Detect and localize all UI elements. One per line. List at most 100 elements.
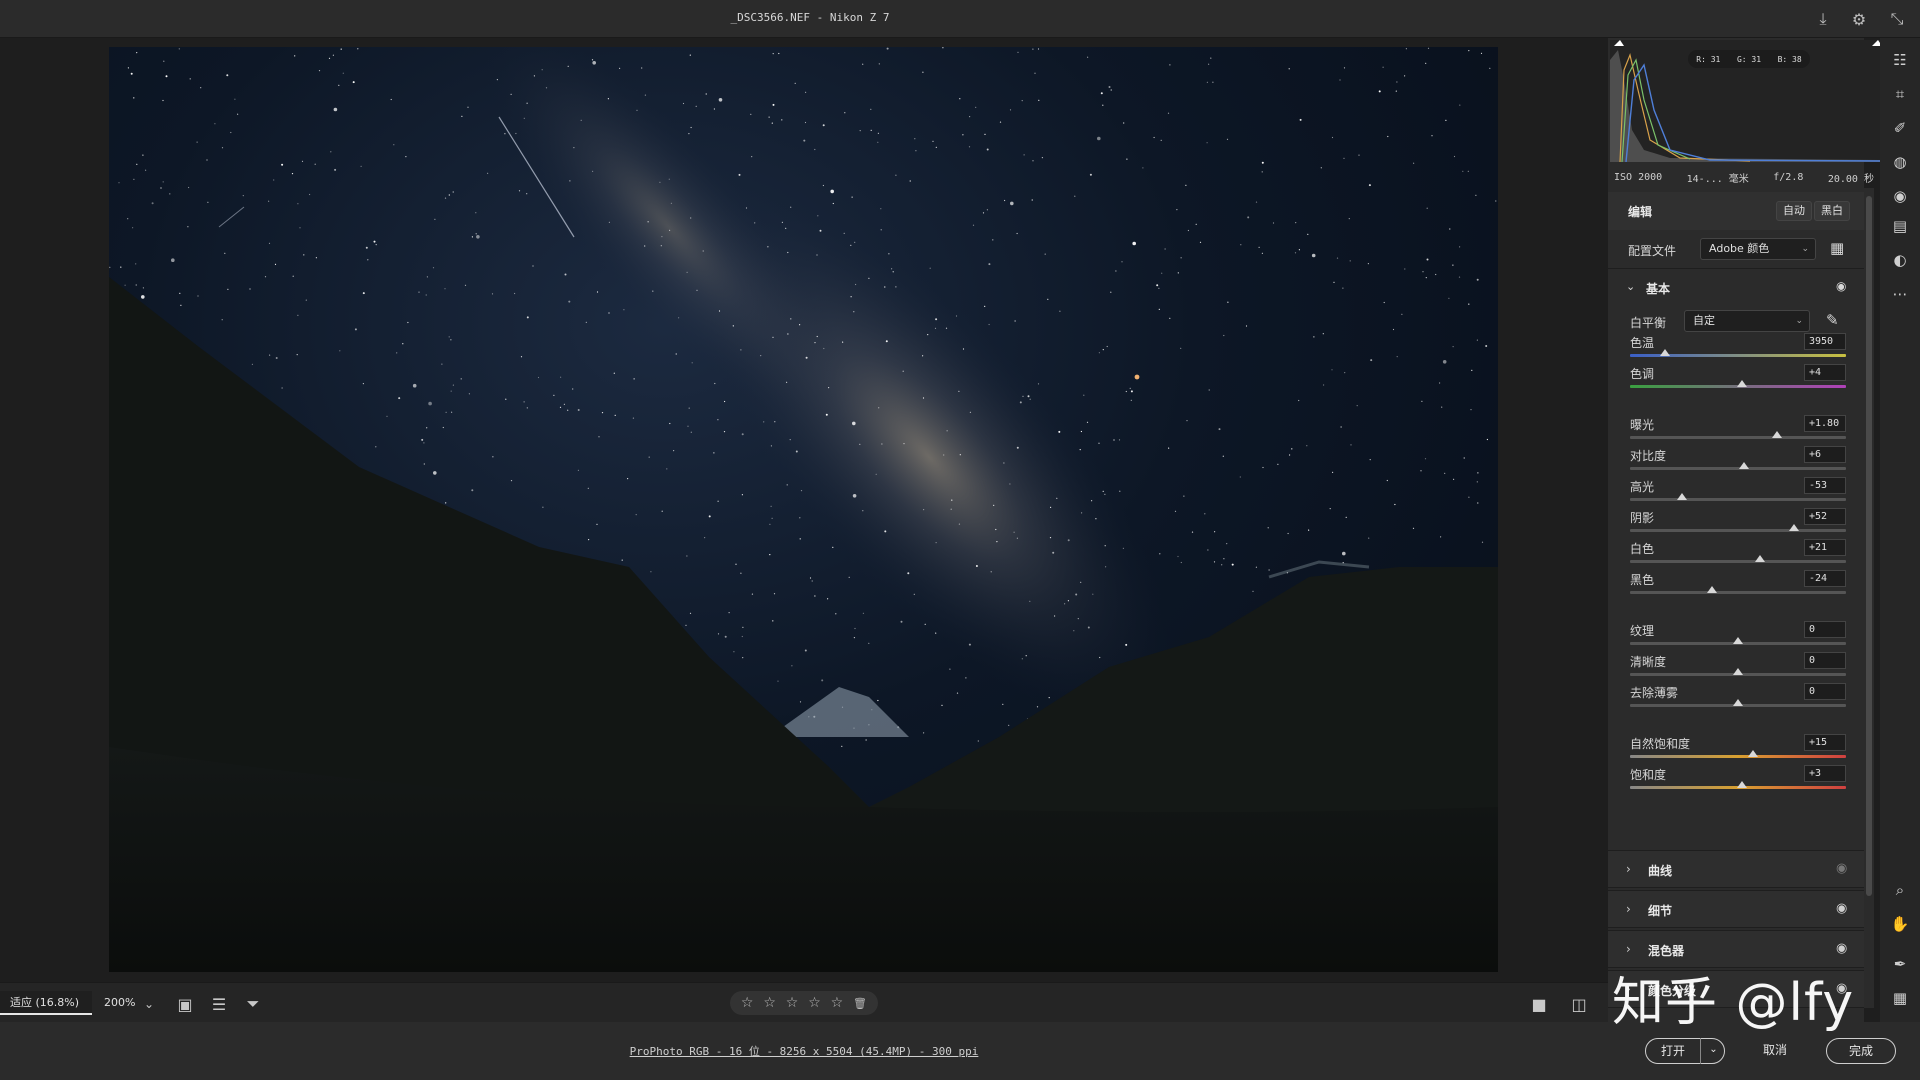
collapse-icon[interactable]: ⤡ [1886,8,1908,30]
slider-contrast-track[interactable] [1630,462,1846,470]
slider-clarity-track[interactable] [1630,668,1846,676]
slider-tint-value[interactable]: +4 [1804,364,1846,381]
open-dropdown-icon[interactable]: ⌄ [1700,1038,1726,1064]
star-4[interactable]: ☆ [808,995,821,1011]
star-dot [669,229,671,231]
slider-blacks-thumb[interactable] [1707,586,1718,593]
detail-section-header[interactable]: › 细节 ◉ [1608,890,1864,928]
slider-temp-value[interactable]: 3950 [1804,333,1846,350]
slider-dehaze-thumb[interactable] [1733,699,1743,706]
sampler-icon[interactable]: ✒ [1888,952,1912,976]
profile-browser-icon[interactable]: ▦ [1830,239,1844,257]
slider-temp-track[interactable] [1630,349,1846,357]
edit-sliders-icon[interactable]: ☷ [1888,48,1912,72]
star-dot [1037,383,1040,385]
slider-exposure-track[interactable] [1630,431,1846,439]
crop-icon[interactable]: ⌗ [1888,82,1912,106]
slider-vibrance-track[interactable] [1630,750,1846,758]
star-dot [1074,195,1076,197]
eye-icon[interactable]: ◉ [1836,861,1847,876]
star-rating[interactable]: ☆ ☆ ☆ ☆ ☆ 🗑 [730,991,878,1015]
star-dot [884,530,887,533]
slider-exposure-thumb[interactable] [1771,431,1782,438]
snapshots-icon[interactable]: ▤ [1888,214,1912,238]
grid-icon[interactable]: ▦ [1888,986,1912,1010]
star-dot [296,354,298,356]
workflow-options-link[interactable]: ProPhoto RGB - 16 位 - 8256 x 5504 (45.4M… [0,1043,1608,1059]
slider-whites-thumb[interactable] [1754,555,1765,562]
zoom-dropdown-icon[interactable]: ⌄ [138,993,160,1015]
sort-icon[interactable]: ☰ [208,993,230,1015]
filter-icon[interactable]: ⏷ [242,993,264,1015]
auto-button[interactable]: 自动 [1776,201,1812,221]
wb-select[interactable]: 自定 ⌄ [1684,310,1810,332]
slider-highlights-thumb[interactable] [1676,493,1687,500]
profile-select[interactable]: Adobe 颜色 ⌄ [1700,238,1816,260]
slider-saturation-track[interactable] [1630,781,1846,789]
slider-blacks-track[interactable] [1630,586,1846,594]
exif-info: ISO 2000 14-... 毫米 f/2.8 20.00 秒 [1608,166,1880,188]
slider-texture-value[interactable]: 0 [1804,621,1846,638]
slider-highlights-track[interactable] [1630,493,1846,501]
slider-contrast-thumb[interactable] [1739,462,1750,469]
slider-clarity-thumb[interactable] [1733,668,1743,675]
presets-icon[interactable]: ◐ [1888,248,1912,272]
slider-vibrance-thumb[interactable] [1748,750,1759,757]
slider-vibrance-value[interactable]: +15 [1804,734,1846,751]
image-canvas[interactable] [0,38,1608,982]
slider-contrast-value[interactable]: +6 [1804,446,1846,463]
curve-section-header[interactable]: › 曲线 ◉ [1608,850,1864,888]
redeye-icon[interactable]: ◉ [1888,184,1912,208]
slider-whites-value[interactable]: +21 [1804,539,1846,556]
preview-image[interactable] [109,47,1498,972]
mask-icon[interactable]: ◍ [1888,150,1912,174]
eye-icon[interactable]: ◉ [1836,901,1847,916]
star-dot [877,132,880,134]
slider-highlights-value[interactable]: -53 [1804,477,1846,494]
star-dot [774,421,776,423]
star-5[interactable]: ☆ [831,995,844,1011]
hand-icon[interactable]: ✋ [1888,912,1912,936]
slider-texture-track[interactable] [1630,637,1846,645]
filmstrip-icon[interactable]: ▣ [174,993,196,1015]
scrollbar-thumb[interactable] [1866,196,1872,896]
eye-icon[interactable]: ◉ [1836,279,1846,293]
slider-saturation-thumb[interactable] [1737,781,1748,788]
slider-tint-track[interactable] [1630,380,1846,388]
slider-shadows-track[interactable] [1630,524,1846,532]
star-dot [772,336,774,338]
star-dot [1470,409,1472,411]
cancel-button[interactable]: 取消 [1745,1038,1805,1064]
slider-texture-thumb[interactable] [1733,637,1743,644]
slider-dehaze-value[interactable]: 0 [1804,683,1846,700]
download-icon[interactable]: ⤓ [1812,8,1834,30]
zoom-icon[interactable]: ⌕ [1888,878,1912,902]
slider-temp-thumb[interactable] [1659,349,1670,356]
star-1[interactable]: ☆ [741,995,754,1011]
before-after-icon[interactable]: ◫ [1568,993,1590,1015]
slider-shadows-thumb[interactable] [1789,524,1800,531]
panel-scrollbar[interactable] [1864,188,1874,1008]
star-2[interactable]: ☆ [763,995,776,1011]
gear-icon[interactable]: ⚙ [1848,8,1870,30]
star-3[interactable]: ☆ [786,995,799,1011]
slider-tint-thumb[interactable] [1737,380,1748,387]
trash-icon[interactable]: 🗑 [853,997,867,1010]
bw-button[interactable]: 黑白 [1814,201,1850,221]
healing-icon[interactable]: ✐ [1888,116,1912,140]
slider-saturation-value[interactable]: +3 [1804,765,1846,782]
eyedropper-icon[interactable]: ✎ [1826,311,1839,329]
slider-clarity-value[interactable]: 0 [1804,652,1846,669]
slider-dehaze-track[interactable] [1630,699,1846,707]
done-button[interactable]: 完成 [1826,1038,1896,1064]
single-view-icon[interactable]: ■ [1528,993,1550,1015]
zoom-fit-button[interactable]: 适应 (16.8%) [0,991,92,1015]
slider-whites-track[interactable] [1630,555,1846,563]
slider-shadows-value[interactable]: +52 [1804,508,1846,525]
eye-icon[interactable]: ◉ [1836,941,1847,956]
basic-section-header[interactable]: ⌄ 基本 ◉ [1608,268,1864,306]
more-icon[interactable]: ⋯ [1888,282,1912,306]
slider-blacks-value[interactable]: -24 [1804,570,1846,587]
star-dot [1212,81,1214,83]
slider-exposure-value[interactable]: +1.80 [1804,415,1846,432]
